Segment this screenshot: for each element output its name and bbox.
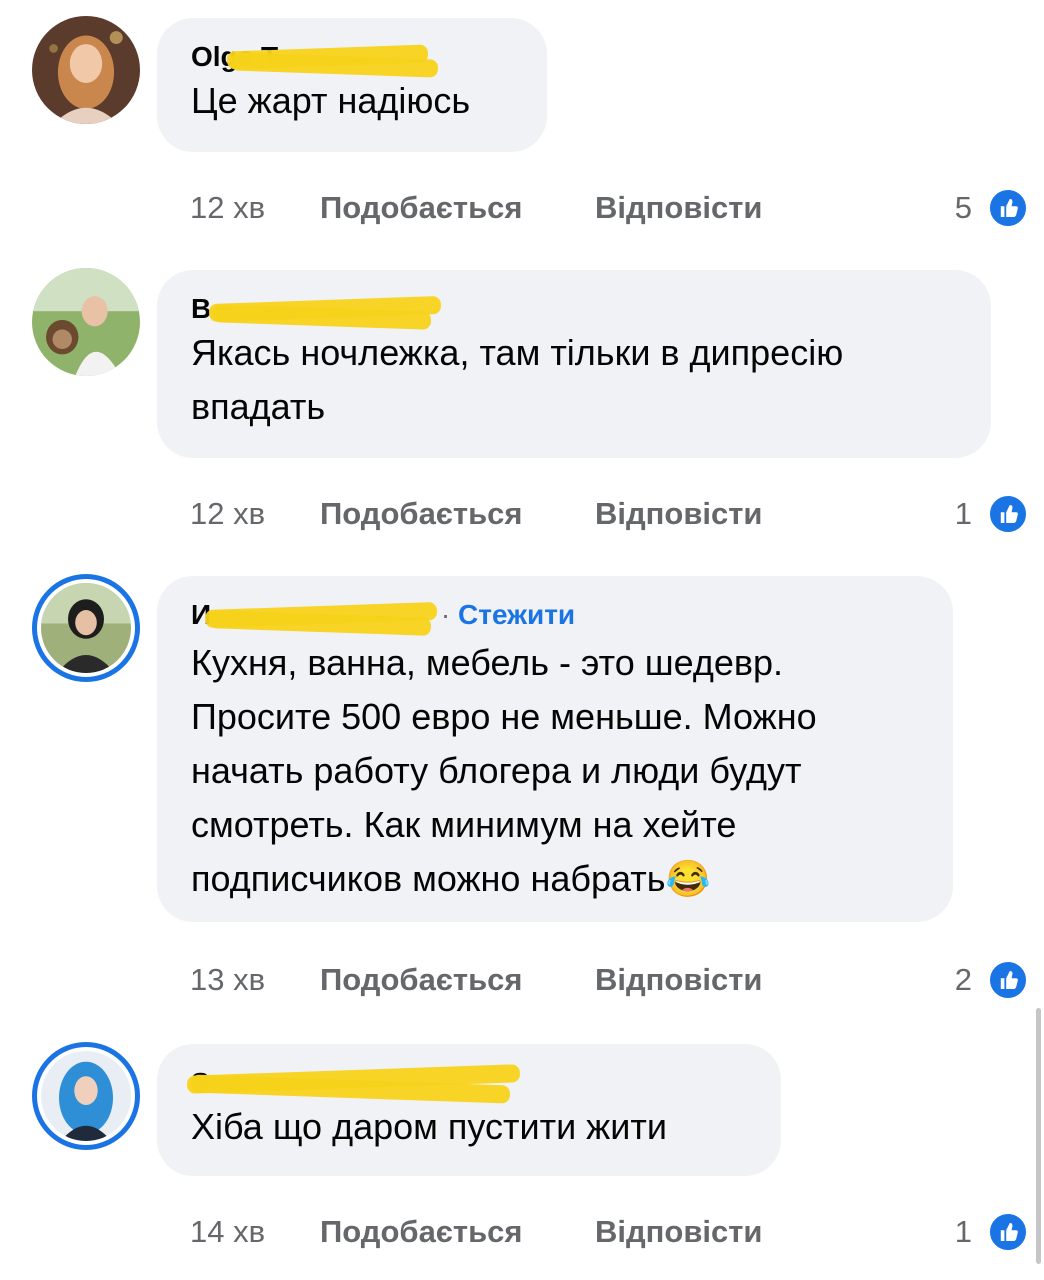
reply-button[interactable]: Відповісти bbox=[595, 1212, 763, 1252]
comment-actions: 12 хв Подобається Відповісти 1 bbox=[190, 494, 1044, 534]
like-thumb-icon[interactable] bbox=[988, 960, 1028, 1000]
comment-text: Якась ночлежка, там тільки в дипресію вп… bbox=[191, 332, 844, 427]
avatar-photo-icon bbox=[41, 1051, 131, 1141]
comment-text: Це жарт надіюсь bbox=[191, 80, 471, 121]
avatar-photo-icon bbox=[32, 268, 140, 376]
like-thumb-icon[interactable] bbox=[988, 1212, 1028, 1252]
avatar[interactable] bbox=[32, 1042, 140, 1150]
reaction-count[interactable]: 1 bbox=[955, 1212, 972, 1252]
comment-bubble: И · Стежити Кухня, ванна, мебель - это ш… bbox=[157, 576, 953, 922]
comment-text: Хіба що даром пустити жити bbox=[191, 1106, 667, 1147]
like-button[interactable]: Подобається bbox=[320, 188, 523, 228]
author-row: Olga T bbox=[191, 40, 513, 78]
reply-button[interactable]: Відповісти bbox=[595, 188, 763, 228]
timestamp[interactable]: 12 хв bbox=[190, 188, 265, 228]
reaction-count[interactable]: 2 bbox=[955, 960, 972, 1000]
comment-bubble: В Якась ночлежка, там тільки в дипресію … bbox=[157, 270, 991, 458]
comment-actions: 13 хв Подобається Відповісти 2 bbox=[190, 960, 1044, 1000]
author-row: И · Стежити bbox=[191, 598, 919, 636]
author-name[interactable]: В bbox=[191, 292, 442, 330]
comment-bubble: S Хіба що даром пустити жити bbox=[157, 1044, 781, 1176]
like-button[interactable]: Подобається bbox=[320, 494, 523, 534]
comment-bubble: Olga T Це жарт надіюсь bbox=[157, 18, 547, 152]
reaction-count[interactable]: 1 bbox=[955, 494, 972, 534]
author-row: В bbox=[191, 292, 957, 330]
reply-button[interactable]: Відповісти bbox=[595, 960, 763, 1000]
comment-text: Кухня, ванна, мебель - это шедевр. Проси… bbox=[191, 642, 817, 899]
follow-button[interactable]: Стежити bbox=[458, 599, 575, 630]
avatar-photo-icon bbox=[41, 583, 131, 673]
avatar[interactable] bbox=[32, 268, 140, 376]
like-button[interactable]: Подобається bbox=[320, 960, 523, 1000]
author-row: S bbox=[186, 1064, 747, 1104]
reply-button[interactable]: Відповісти bbox=[595, 494, 763, 534]
avatar[interactable] bbox=[32, 574, 140, 682]
comment-actions: 14 хв Подобається Відповісти 1 bbox=[190, 1212, 1044, 1252]
separator-dot: · bbox=[440, 599, 459, 630]
timestamp[interactable]: 13 хв bbox=[190, 960, 265, 1000]
reaction-count[interactable]: 5 bbox=[955, 188, 972, 228]
avatar[interactable] bbox=[32, 16, 140, 124]
timestamp[interactable]: 12 хв bbox=[190, 494, 265, 534]
like-thumb-icon[interactable] bbox=[988, 494, 1028, 534]
like-thumb-icon[interactable] bbox=[988, 188, 1028, 228]
comment-actions: 12 хв Подобається Відповісти 5 bbox=[190, 188, 1044, 228]
author-name[interactable]: И bbox=[191, 598, 438, 636]
like-button[interactable]: Подобається bbox=[320, 1212, 523, 1252]
author-name[interactable]: S bbox=[186, 1064, 520, 1104]
avatar-photo-icon bbox=[32, 16, 140, 124]
author-name[interactable]: Olga T bbox=[191, 40, 439, 78]
timestamp[interactable]: 14 хв bbox=[190, 1212, 265, 1252]
scrollbar[interactable] bbox=[1036, 1008, 1041, 1264]
